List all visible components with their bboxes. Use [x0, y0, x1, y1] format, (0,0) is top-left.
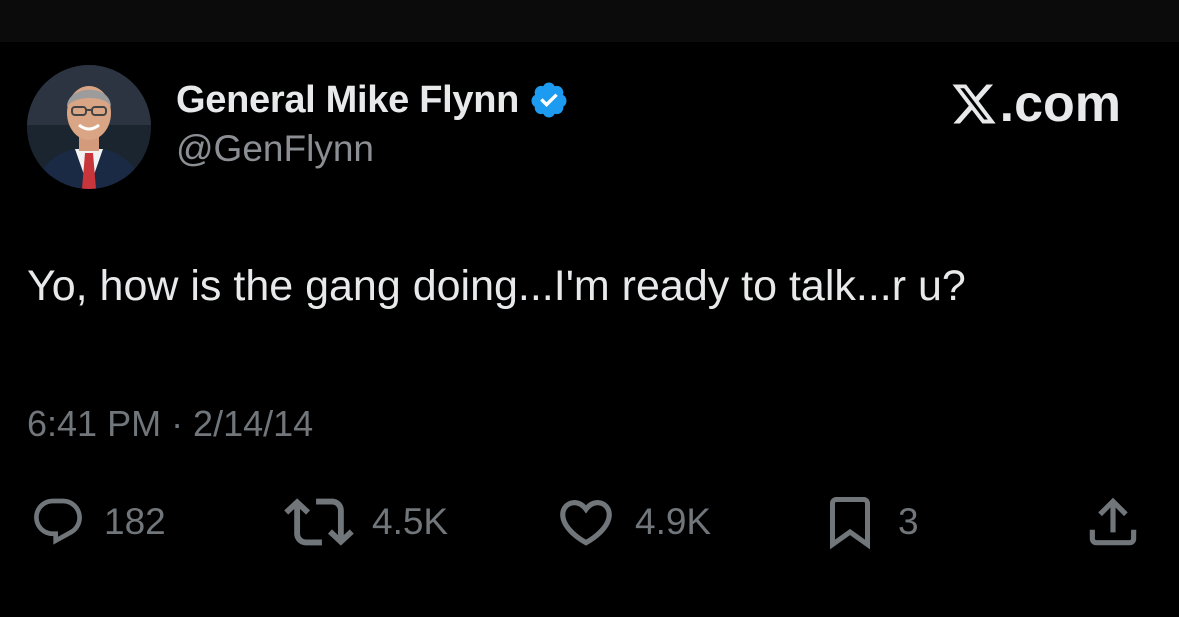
x-logo-icon — [952, 84, 996, 124]
tweet-timestamp[interactable]: 6:41 PM · 2/14/14 — [27, 403, 313, 445]
site-logo-text: .com — [999, 75, 1121, 133]
share-button[interactable] — [1082, 490, 1144, 554]
repost-count: 4.5K — [372, 501, 449, 542]
display-name[interactable]: General Mike Flynn — [176, 79, 519, 122]
repost-button[interactable]: 4.5K — [284, 490, 448, 554]
like-button[interactable]: 4.9K — [555, 490, 711, 554]
bookmark-count: 3 — [898, 501, 919, 542]
reply-count: 182 — [104, 501, 166, 542]
like-count: 4.9K — [635, 501, 712, 542]
share-icon — [1089, 497, 1137, 546]
top-bar — [0, 0, 1179, 42]
site-logo: .com — [950, 74, 1121, 134]
action-bar: 182 4.5K 4.9K 3 — [0, 490, 1179, 554]
like-icon — [560, 500, 612, 546]
profile-photo — [27, 65, 151, 189]
reply-button[interactable]: 182 — [30, 490, 166, 554]
repost-icon — [284, 498, 354, 546]
tweet-text: Yo, how is the gang doing...I'm ready to… — [27, 262, 966, 310]
verified-badge-icon — [531, 82, 567, 118]
bookmark-button[interactable]: 3 — [820, 490, 919, 554]
avatar[interactable] — [27, 65, 151, 189]
author-handle[interactable]: @GenFlynn — [176, 128, 374, 170]
bookmark-icon — [830, 497, 870, 550]
reply-icon — [34, 498, 82, 545]
author-name-row: General Mike Flynn — [176, 76, 569, 124]
